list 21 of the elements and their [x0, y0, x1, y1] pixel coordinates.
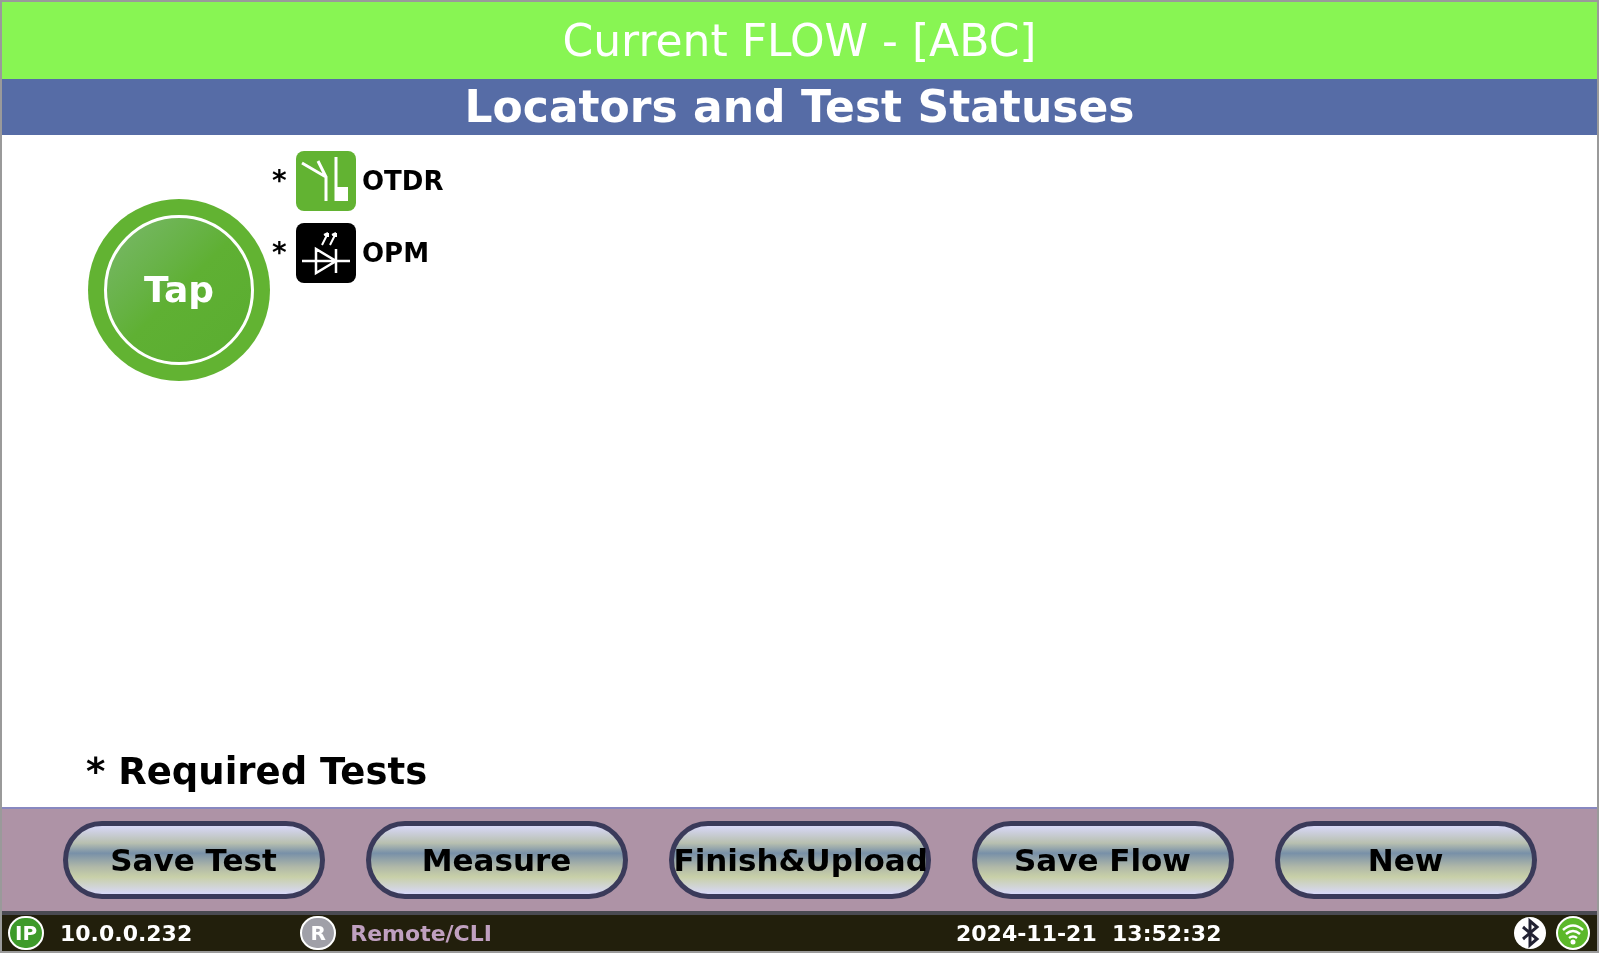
- required-tests-legend: * Required Tests: [86, 743, 428, 799]
- action-button[interactable]: Save Test: [62, 821, 325, 899]
- test-label: OTDR: [362, 164, 444, 198]
- remote-status: Remote/CLI: [350, 919, 492, 948]
- fiber-trace-icon: [296, 151, 356, 211]
- section-title: Locators and Test Statuses: [2, 79, 1597, 135]
- remote-badge: R: [300, 916, 337, 950]
- action-button[interactable]: Measure: [365, 821, 628, 899]
- ip-address: 10.0.0.232: [60, 919, 193, 948]
- test-label: OPM: [362, 236, 430, 270]
- wifi-icon: [1555, 916, 1591, 950]
- required-mark: *: [272, 235, 288, 271]
- action-button[interactable]: New: [1274, 821, 1537, 899]
- flow-title: Current FLOW - [ABC]: [2, 2, 1597, 79]
- photodiode-icon: [296, 223, 356, 283]
- action-button[interactable]: Save Flow: [971, 821, 1234, 899]
- action-button[interactable]: Finish&Upload: [668, 821, 931, 899]
- date-time: 2024-11-21 13:52:32: [955, 919, 1222, 948]
- ip-badge: IP: [8, 916, 44, 950]
- required-mark: *: [272, 163, 288, 199]
- bluetooth-icon: [1513, 916, 1547, 950]
